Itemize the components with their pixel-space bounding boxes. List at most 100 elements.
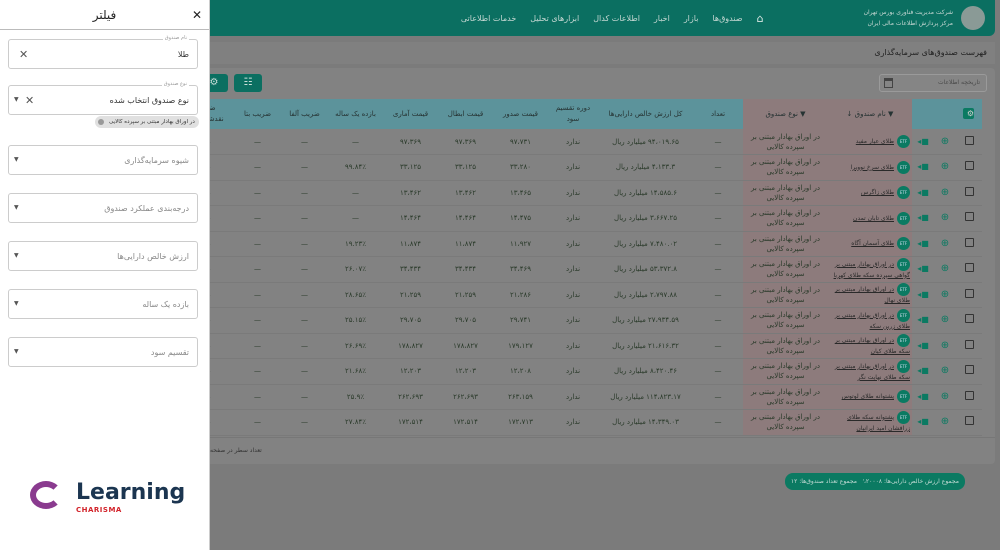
table-cell: ۱۱۴،۸۲۳.۱۷ میلیارد ریال bbox=[598, 384, 693, 410]
table-cell: ۹۴،۰۱۹.۶۵ میلیارد ریال bbox=[598, 129, 693, 155]
video-icon[interactable]: ■◂ bbox=[917, 341, 929, 350]
fund-name-link[interactable]: پشتوانه طلای لوتوس bbox=[842, 393, 894, 400]
column-header[interactable]: قیمت آماری bbox=[383, 99, 438, 129]
row-checkbox[interactable] bbox=[964, 365, 974, 375]
table-cell: ETFطلای زاگرس bbox=[828, 180, 912, 206]
table-cell: ۱۷۲،۵۱۴ bbox=[438, 409, 493, 436]
table-row: ⊕ ■◂ ETFطلای تابان تمدن در اوراق بهادار مبت… bbox=[180, 205, 982, 232]
video-icon[interactable]: ■◂ bbox=[917, 162, 929, 171]
nav-analysis-tools[interactable]: ابزارهای تحلیل bbox=[530, 14, 579, 23]
globe-icon[interactable]: ⊕ bbox=[941, 391, 949, 402]
chevron-down-icon[interactable]: ▼ bbox=[14, 252, 19, 259]
video-icon[interactable]: ■◂ bbox=[917, 315, 929, 324]
chevron-down-icon[interactable]: ▼ bbox=[14, 348, 19, 355]
globe-icon[interactable]: ⊕ bbox=[941, 289, 949, 300]
globe-icon[interactable]: ⊕ bbox=[941, 340, 949, 351]
globe-icon[interactable]: ⊕ bbox=[941, 314, 949, 325]
globe-icon[interactable]: ⊕ bbox=[941, 136, 949, 147]
fund-name-link[interactable]: طلای آسمان آگاه bbox=[851, 240, 894, 247]
company-name: شرکت مدیریت فناوری بورس تهران مرکز پردازش… bbox=[863, 9, 953, 27]
table-cell: ۱۴،۳۴۹.۰۳ میلیارد ریال bbox=[598, 409, 693, 436]
column-header[interactable]: کل ارزش خالص دارایی‌ها bbox=[598, 99, 693, 129]
table-cell: ETFدر اوراق بهادار مبتنی بر سکه طلای نها… bbox=[828, 358, 912, 385]
row-checkbox[interactable] bbox=[964, 237, 974, 247]
sort-arrow-icon[interactable]: ↓ bbox=[847, 110, 855, 118]
video-icon[interactable]: ■◂ bbox=[917, 290, 929, 299]
video-icon[interactable]: ■◂ bbox=[917, 366, 929, 375]
table-cell: ۱۱،۸۷۴ bbox=[383, 231, 438, 257]
video-icon[interactable]: ■◂ bbox=[917, 137, 929, 146]
column-header[interactable]: قیمت صدور bbox=[493, 99, 548, 129]
table-cell: — bbox=[328, 180, 383, 206]
column-header[interactable]: ▼ نام صندوق ↓ bbox=[828, 99, 912, 129]
fund-name-field[interactable]: نام صندوق طلا ✕ bbox=[8, 35, 198, 69]
filter-icon[interactable]: ▼ bbox=[886, 110, 893, 118]
video-icon[interactable]: ■◂ bbox=[917, 188, 929, 197]
globe-icon[interactable]: ⊕ bbox=[941, 238, 949, 249]
nav-news[interactable]: اخبار bbox=[654, 14, 670, 23]
video-icon[interactable]: ■◂ bbox=[917, 264, 929, 273]
globe-icon[interactable]: ⊕ bbox=[941, 263, 949, 274]
fund-type-select[interactable]: نوع صندوق نوع صندوق انتخاب شده ✕ ▼ bbox=[8, 81, 198, 115]
nav-funds[interactable]: صندوق‌ها bbox=[712, 14, 742, 23]
row-checkbox[interactable] bbox=[964, 390, 974, 400]
fund-name-link[interactable]: طلای سرخ نوویرا bbox=[851, 164, 894, 171]
nav-market[interactable]: بازار bbox=[684, 14, 699, 23]
column-header[interactable]: ضریب بتا bbox=[234, 99, 281, 129]
fund-name-link[interactable]: طلای زاگرس bbox=[861, 189, 894, 196]
filter-icon[interactable]: ▼ bbox=[798, 110, 805, 118]
column-header[interactable]: تعداد bbox=[693, 99, 743, 129]
globe-icon[interactable]: ⊕ bbox=[941, 161, 949, 172]
chevron-down-icon[interactable]: ▼ bbox=[14, 204, 19, 211]
table-cell: در اوراق بهادار مبتنی بر سپرده کالایی bbox=[743, 333, 828, 359]
chevron-down-icon[interactable]: ▼ bbox=[14, 96, 19, 103]
nav-codal[interactable]: اطلاعات کدال bbox=[593, 14, 640, 23]
video-icon[interactable]: ■◂ bbox=[917, 392, 929, 401]
filter-select[interactable]: درجه‌بندی عملکرد صندوق ▼ bbox=[8, 193, 198, 223]
filter-select[interactable]: بازده یک ساله ▼ bbox=[8, 289, 198, 319]
filter-select[interactable]: تقسیم سود ▼ bbox=[8, 337, 198, 367]
column-header[interactable]: ضریب آلفا bbox=[281, 99, 328, 129]
filter-select[interactable]: ارزش خالص دارایی‌ها ▼ bbox=[8, 241, 198, 271]
row-checkbox[interactable] bbox=[964, 263, 974, 273]
row-checkbox[interactable] bbox=[964, 288, 974, 298]
columns-button[interactable]: ☷ bbox=[234, 74, 262, 92]
row-checkbox[interactable] bbox=[964, 161, 974, 171]
chevron-down-icon[interactable]: ▼ bbox=[14, 300, 19, 307]
row-checkbox[interactable] bbox=[964, 135, 974, 145]
calendar-icon[interactable] bbox=[884, 78, 893, 88]
video-icon[interactable]: ■◂ bbox=[917, 417, 929, 426]
column-header[interactable]: قیمت ابطال bbox=[438, 99, 493, 129]
table-row: ⊕ ■◂ ETFطلای آسمان آگاه در اوراق بهادار مبت… bbox=[180, 231, 982, 257]
filter-select[interactable]: شیوه سرمایه‌گذاری ▼ bbox=[8, 145, 198, 175]
close-icon[interactable]: ✕ bbox=[192, 0, 202, 30]
row-checkbox[interactable] bbox=[964, 186, 974, 196]
fund-type-chip[interactable]: در اوراق بهادار مبتنی بر سپرده کالایی bbox=[95, 116, 199, 128]
clear-icon[interactable]: ✕ bbox=[19, 48, 28, 61]
remove-chip-icon[interactable] bbox=[98, 119, 104, 125]
home-icon[interactable]: ⌂ bbox=[757, 12, 764, 25]
row-checkbox[interactable] bbox=[964, 416, 974, 426]
nav-info-services[interactable]: خدمات اطلاعاتی bbox=[461, 14, 516, 23]
chevron-down-icon[interactable]: ▼ bbox=[14, 156, 19, 163]
fund-name-link[interactable]: طلای تابان تمدن bbox=[853, 215, 894, 222]
row-checkbox[interactable] bbox=[964, 314, 974, 324]
globe-icon[interactable]: ⊕ bbox=[941, 416, 949, 427]
globe-icon[interactable]: ⊕ bbox=[941, 187, 949, 198]
table-cell: در اوراق بهادار مبتنی بر سپرده کالایی bbox=[743, 358, 828, 385]
video-icon[interactable]: ■◂ bbox=[917, 239, 929, 248]
column-header[interactable]: بازده یک ساله bbox=[328, 99, 383, 129]
column-header[interactable]: ▼ نوع صندوق bbox=[743, 99, 828, 129]
table-cell: ۲۶.۶۹٪ bbox=[328, 333, 383, 359]
row-checkbox[interactable] bbox=[964, 212, 974, 222]
globe-icon[interactable]: ⊕ bbox=[941, 365, 949, 376]
date-history-input[interactable]: تاریخچه اطلاعات bbox=[879, 74, 987, 92]
row-checkbox[interactable] bbox=[964, 339, 974, 349]
fund-name-link[interactable]: طلای عیار مفید bbox=[856, 138, 894, 145]
video-icon[interactable]: ■◂ bbox=[917, 213, 929, 222]
table-cell: ندارد bbox=[548, 409, 598, 436]
gear-icon[interactable]: ⚙ bbox=[963, 108, 974, 119]
column-header[interactable]: دوره تقسیم سود bbox=[548, 99, 598, 129]
globe-icon[interactable]: ⊕ bbox=[941, 212, 949, 223]
clear-icon[interactable]: ✕ bbox=[25, 94, 34, 107]
